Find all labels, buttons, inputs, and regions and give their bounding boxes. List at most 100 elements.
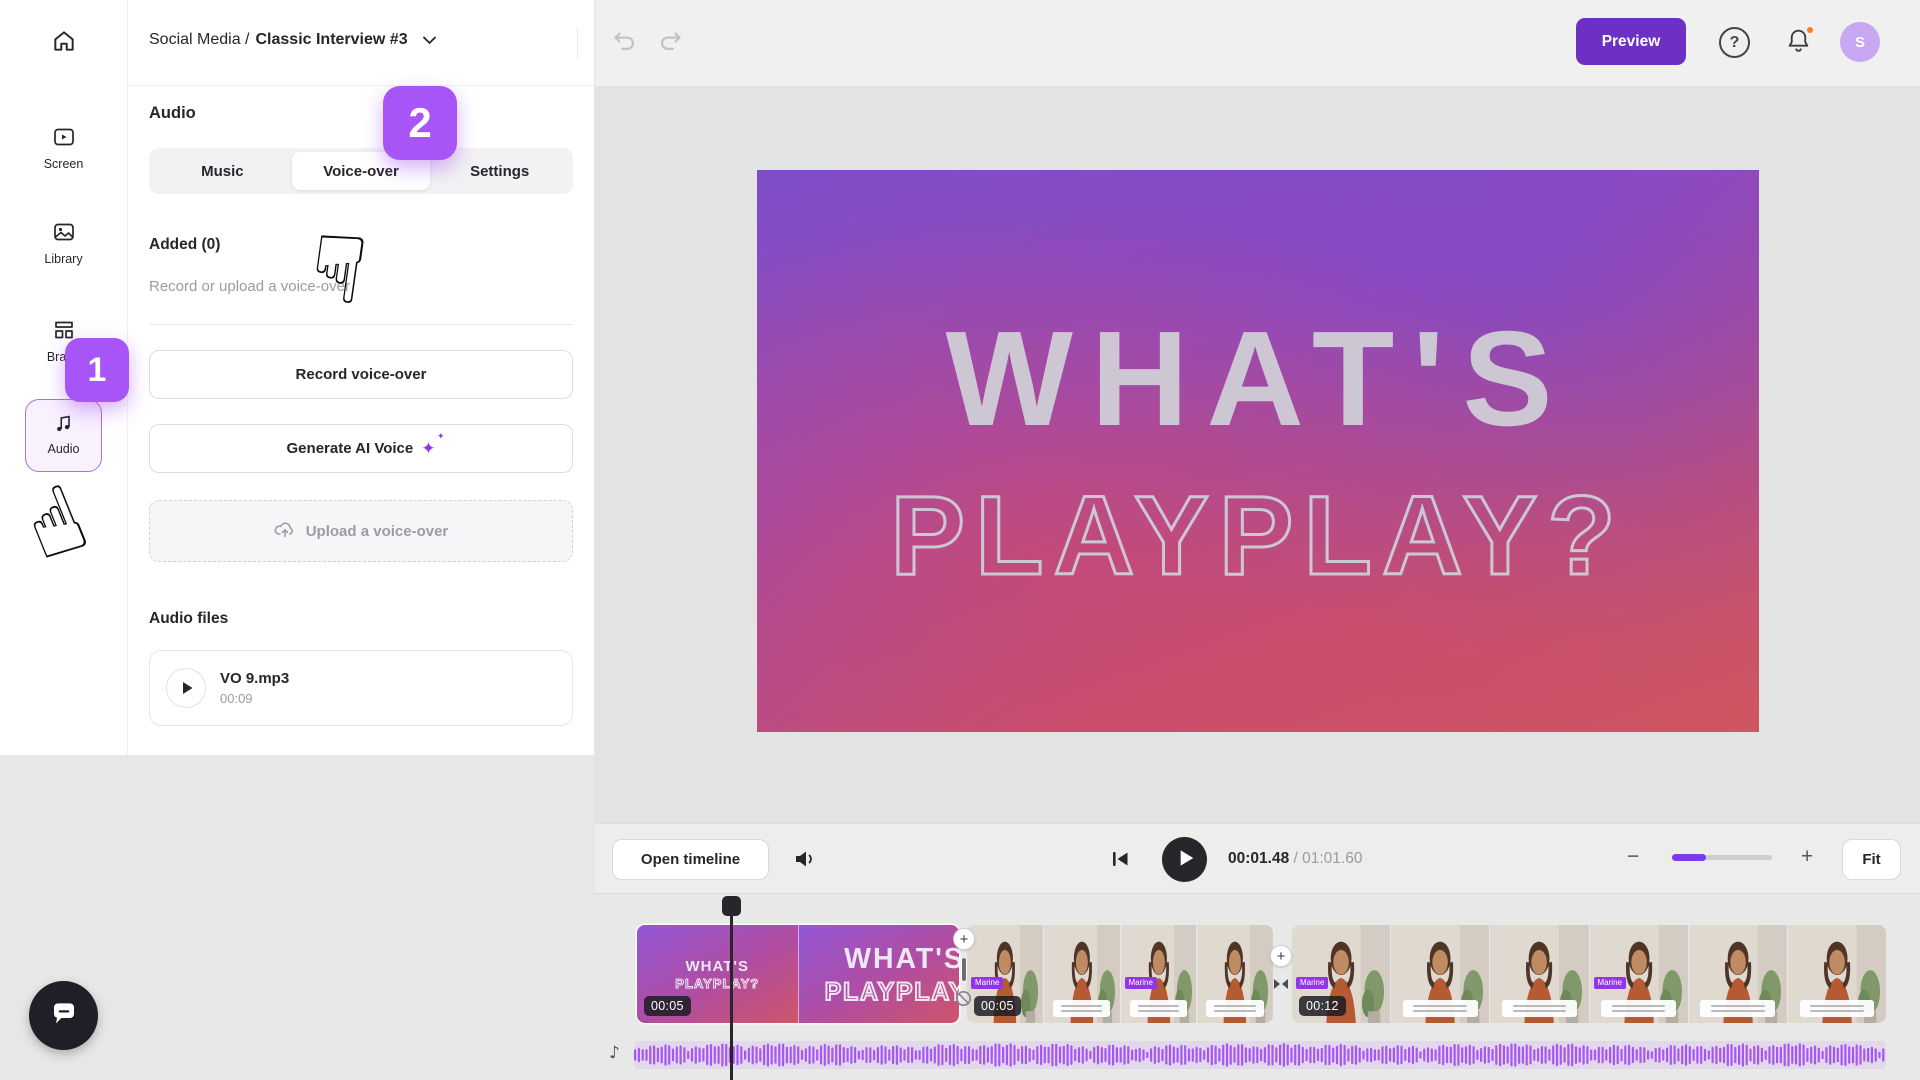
avatar[interactable]: S [1840,22,1880,62]
undo-icon [611,43,638,58]
timeline-video-frame[interactable] [1391,925,1490,1023]
volume-button[interactable] [793,847,819,874]
audio-panel: Social Media / Classic Interview #3 Audi… [127,0,595,755]
playhead-handle[interactable] [722,896,741,916]
speaker-name-tag: Marine [1125,977,1157,989]
timeline-video-frame[interactable]: Marine [1590,925,1689,1023]
sidebar-item-label: Library [44,252,82,266]
support-chat-button[interactable] [29,981,98,1050]
fit-button[interactable]: Fit [1842,839,1901,880]
sidebar-item-library[interactable]: Library [0,220,127,266]
generate-ai-voice-label: Generate AI Voice [287,440,414,457]
no-transition-icon[interactable] [955,990,972,1010]
subtitle-caption [1700,1000,1775,1017]
clip-duration-badge: 00:05 [644,996,691,1016]
subtitle-caption [1403,1000,1478,1017]
preview-button[interactable]: Preview [1576,18,1686,65]
video-preview[interactable]: WHAT'S PLAYPLAY? [757,170,1759,732]
timeline-video-frame[interactable] [1788,925,1886,1023]
sidebar-item-label: Screen [44,157,84,171]
file-name: VO 9.mp3 [220,670,289,687]
skip-to-start-button[interactable] [1108,847,1132,874]
subtitle-caption [1130,1000,1188,1017]
subtitle-caption [1206,1000,1264,1017]
upload-voice-over-label: Upload a voice-over [306,523,449,540]
breadcrumb-project-name: Classic Interview #3 [256,31,408,49]
library-icon [52,220,76,247]
redo-icon [657,43,684,58]
subtitle-caption [1502,1000,1577,1017]
clip-boundary-handle[interactable] [961,957,967,982]
audio-waveform-track[interactable] [634,1041,1886,1069]
generate-ai-voice-button[interactable]: Generate AI Voice ✦✦ [149,424,573,473]
breadcrumb-section: Social Media / [149,31,250,49]
record-voice-over-button[interactable]: Record voice-over [149,350,573,399]
panel-header: Social Media / Classic Interview #3 [128,0,594,86]
video-title-line2: PLAYPLAY? [890,480,1625,592]
tutorial-step-2-badge: 2 [383,86,457,160]
sparkle-icon: ✦✦ [421,440,435,457]
audio-note-icon [53,412,75,437]
audio-file-card[interactable]: VO 9.mp3 00:09 [149,650,573,726]
chevron-down-icon[interactable] [423,36,436,45]
timeline-zoom-slider[interactable] [1672,855,1772,860]
added-heading: Added (0) [149,236,220,254]
upload-voice-over-button[interactable]: Upload a voice-over [149,500,573,562]
time-separator: / [1289,850,1302,867]
zoom-slider-fill [1672,854,1706,861]
undo-button[interactable] [611,28,638,58]
play-file-button[interactable] [166,668,206,708]
play-button[interactable] [1162,837,1207,882]
zoom-out-button[interactable]: − [1627,845,1639,869]
total-duration: 01:01.60 [1302,850,1362,867]
transition-icon[interactable] [1273,978,1289,993]
clip-duration-badge: 00:05 [974,996,1021,1016]
timeline-clip-video-1[interactable]: Marine Marine 00:05 [967,925,1273,1023]
clip-duration-badge: 00:12 [1299,996,1346,1016]
audio-tabs: Music Voice-over Settings [149,148,573,194]
add-clip-button[interactable]: + [953,928,975,950]
app-window: Screen Library Brand Audio Social Media … [0,0,1920,1080]
redo-button[interactable] [657,28,684,58]
timeline-video-frame[interactable]: Marine [1121,925,1198,1023]
subtitle-caption [1053,1000,1111,1017]
timeline-clip-video-2[interactable]: MarineMarine 00:12 [1292,925,1886,1023]
hint-divider [149,324,573,325]
open-timeline-button[interactable]: Open timeline [612,839,769,880]
clip-frames: MarineMarine [1292,925,1886,1023]
breadcrumb[interactable]: Social Media / Classic Interview #3 [149,31,436,49]
subtitle-caption [1601,1000,1676,1017]
help-button[interactable]: ? [1719,27,1750,58]
notification-badge [1805,25,1815,35]
play-icon [181,681,194,695]
speaker-name-tag: Marine [971,977,1003,989]
timeline-video-frame[interactable] [1490,925,1589,1023]
video-title-line1: WHAT'S [946,311,1571,446]
home-button[interactable] [44,22,84,62]
screen-icon [52,125,76,152]
home-icon [51,28,77,57]
play-icon [1178,849,1195,870]
speaker-name-tag: Marine [1594,977,1626,989]
sidebar-item-audio[interactable]: Audio [0,412,127,456]
speaker-icon [793,859,819,874]
cloud-upload-icon [274,519,296,543]
time-display: 00:01.48 / 01:01.60 [1228,850,1362,868]
question-mark-icon: ? [1730,34,1740,52]
tab-music[interactable]: Music [153,152,292,190]
subtitle-caption [1800,1000,1875,1017]
timeline-title-frame[interactable]: WHAT'SPLAYPLAY? [799,925,960,1023]
timeline-clip-title[interactable]: WHAT'SPLAYPLAY?WHAT'SPLAYPLAY? 00:05 [637,925,959,1023]
timeline-video-frame[interactable] [1044,925,1121,1023]
tab-settings[interactable]: Settings [430,152,569,190]
playback-controls-bar: Open timeline 00:01.48 / 01:01.60 − + Fi… [595,823,1920,894]
sidebar-item-screen[interactable]: Screen [0,125,127,171]
timeline-video-frame[interactable] [1197,925,1273,1023]
bell-icon [1786,42,1811,57]
notifications-button[interactable] [1781,25,1815,59]
zoom-in-button[interactable]: + [1801,845,1813,869]
sidebar-item-label: Audio [48,442,80,456]
skip-to-start-icon [1108,859,1132,874]
timeline-video-frame[interactable] [1689,925,1788,1023]
add-clip-button[interactable]: + [1270,945,1292,967]
